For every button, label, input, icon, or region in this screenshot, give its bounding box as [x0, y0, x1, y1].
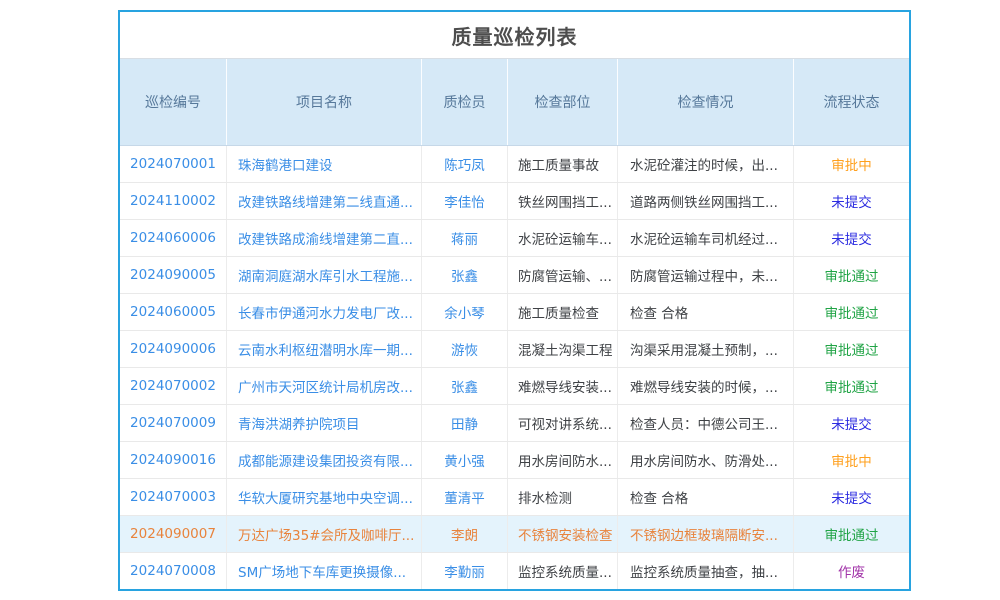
inspection-part-text: 难燃导线安装... [508, 368, 618, 404]
project-name-link[interactable]: 成都能源建设集团投资有限... [227, 442, 422, 478]
project-name-link[interactable]: 万达广场35#会所及咖啡厅... [227, 516, 422, 552]
inspection-id-link[interactable]: 2024070009 [120, 405, 227, 441]
workflow-status-badge: 未提交 [794, 183, 909, 219]
inspection-situation-text: 水泥砼运输车司机经过... [618, 220, 794, 256]
project-name-link[interactable]: 珠海鹤港口建设 [227, 146, 422, 182]
inspection-situation-text: 检查 合格 [618, 479, 794, 515]
page-title: 质量巡检列表 [452, 21, 578, 50]
inspection-id-link[interactable]: 2024110002 [120, 183, 227, 219]
workflow-status-badge: 作废 [794, 553, 909, 589]
workflow-status-badge: 审批中 [794, 442, 909, 478]
workflow-status-badge: 未提交 [794, 220, 909, 256]
inspection-id-link[interactable]: 2024070003 [120, 479, 227, 515]
inspection-part-text: 铁丝网围挡工... [508, 183, 618, 219]
inspection-id-link[interactable]: 2024090007 [120, 516, 227, 552]
inspection-part-text: 排水检测 [508, 479, 618, 515]
table-row[interactable]: 2024090006 云南水利枢纽潜明水库一期... 游恢 混凝土沟渠工程 沟渠… [120, 331, 909, 368]
inspection-situation-text: 监控系统质量抽查，抽... [618, 553, 794, 589]
inspection-part-text: 不锈钢安装检查 [508, 516, 618, 552]
inspector-name-link[interactable]: 游恢 [422, 331, 508, 367]
table-row[interactable]: 2024090005 湖南洞庭湖水库引水工程施... 张鑫 防腐管运输、... … [120, 257, 909, 294]
inspection-part-text: 防腐管运输、... [508, 257, 618, 293]
inspection-situation-text: 沟渠采用混凝土预制，... [618, 331, 794, 367]
project-name-link[interactable]: 长春市伊通河水力发电厂改... [227, 294, 422, 330]
inspection-situation-text: 检查人员：中德公司王... [618, 405, 794, 441]
column-header-project-name: 项目名称 [227, 59, 422, 145]
table-row[interactable]: 2024070008 SM广场地下车库更换摄像... 李勤丽 监控系统质量...… [120, 553, 909, 589]
inspector-name-link[interactable]: 张鑫 [422, 368, 508, 404]
inspection-id-link[interactable]: 2024090006 [120, 331, 227, 367]
inspection-id-link[interactable]: 2024070008 [120, 553, 227, 589]
inspection-id-link[interactable]: 2024070001 [120, 146, 227, 182]
inspector-name-link[interactable]: 余小琴 [422, 294, 508, 330]
table-row[interactable]: 2024070003 华软大厦研究基地中央空调... 董清平 排水检测 检查 合… [120, 479, 909, 516]
inspection-part-text: 施工质量事故 [508, 146, 618, 182]
column-header-workflow-status: 流程状态 [794, 59, 909, 145]
table-row[interactable]: 2024090016 成都能源建设集团投资有限... 黄小强 用水房间防水...… [120, 442, 909, 479]
table-row[interactable]: 2024110002 改建铁路线增建第二线直通... 李佳怡 铁丝网围挡工...… [120, 183, 909, 220]
table-row[interactable]: 2024070009 青海洪湖养护院项目 田静 可视对讲系统... 检查人员：中… [120, 405, 909, 442]
inspection-part-text: 用水房间防水... [508, 442, 618, 478]
table-row[interactable]: 2024070002 广州市天河区统计局机房改... 张鑫 难燃导线安装... … [120, 368, 909, 405]
workflow-status-badge: 未提交 [794, 405, 909, 441]
inspection-part-text: 施工质量检查 [508, 294, 618, 330]
inspection-part-text: 可视对讲系统... [508, 405, 618, 441]
workflow-status-badge: 审批通过 [794, 257, 909, 293]
inspector-name-link[interactable]: 李勤丽 [422, 553, 508, 589]
quality-inspection-panel: 质量巡检列表 巡检编号 项目名称 质检员 检查部位 检查情况 流程状态 2024… [118, 10, 911, 591]
inspection-situation-text: 难燃导线安装的时候，... [618, 368, 794, 404]
inspection-id-link[interactable]: 2024070002 [120, 368, 227, 404]
inspection-situation-text: 防腐管运输过程中，未... [618, 257, 794, 293]
project-name-link[interactable]: 云南水利枢纽潜明水库一期... [227, 331, 422, 367]
project-name-link[interactable]: 青海洪湖养护院项目 [227, 405, 422, 441]
project-name-link[interactable]: 改建铁路成渝线增建第二直... [227, 220, 422, 256]
inspection-situation-text: 道路两侧铁丝网围挡工... [618, 183, 794, 219]
inspector-name-link[interactable]: 李朗 [422, 516, 508, 552]
workflow-status-badge: 审批通过 [794, 516, 909, 552]
column-header-inspection-situation: 检查情况 [618, 59, 794, 145]
inspection-id-link[interactable]: 2024090016 [120, 442, 227, 478]
table-row[interactable]: 2024060006 改建铁路成渝线增建第二直... 蒋丽 水泥砼运输车... … [120, 220, 909, 257]
table-body: 2024070001 珠海鹤港口建设 陈巧凤 施工质量事故 水泥砼灌注的时候，出… [120, 146, 909, 589]
inspection-id-link[interactable]: 2024060005 [120, 294, 227, 330]
workflow-status-badge: 审批通过 [794, 331, 909, 367]
inspector-name-link[interactable]: 黄小强 [422, 442, 508, 478]
inspector-name-link[interactable]: 张鑫 [422, 257, 508, 293]
inspection-situation-text: 不锈钢边框玻璃隔断安... [618, 516, 794, 552]
column-header-inspector: 质检员 [422, 59, 508, 145]
inspector-name-link[interactable]: 董清平 [422, 479, 508, 515]
project-name-link[interactable]: 改建铁路线增建第二线直通... [227, 183, 422, 219]
workflow-status-badge: 审批中 [794, 146, 909, 182]
table-header-row: 巡检编号 项目名称 质检员 检查部位 检查情况 流程状态 [120, 59, 909, 146]
inspection-part-text: 水泥砼运输车... [508, 220, 618, 256]
inspection-situation-text: 用水房间防水、防滑处... [618, 442, 794, 478]
inspection-id-link[interactable]: 2024090005 [120, 257, 227, 293]
inspector-name-link[interactable]: 李佳怡 [422, 183, 508, 219]
inspection-part-text: 混凝土沟渠工程 [508, 331, 618, 367]
workflow-status-badge: 审批通过 [794, 368, 909, 404]
inspection-part-text: 监控系统质量... [508, 553, 618, 589]
inspector-name-link[interactable]: 蒋丽 [422, 220, 508, 256]
inspector-name-link[interactable]: 田静 [422, 405, 508, 441]
inspection-situation-text: 水泥砼灌注的时候，出... [618, 146, 794, 182]
table-row[interactable]: 2024060005 长春市伊通河水力发电厂改... 余小琴 施工质量检查 检查… [120, 294, 909, 331]
workflow-status-badge: 审批通过 [794, 294, 909, 330]
project-name-link[interactable]: 华软大厦研究基地中央空调... [227, 479, 422, 515]
workflow-status-badge: 未提交 [794, 479, 909, 515]
inspection-situation-text: 检查 合格 [618, 294, 794, 330]
inspector-name-link[interactable]: 陈巧凤 [422, 146, 508, 182]
project-name-link[interactable]: 湖南洞庭湖水库引水工程施... [227, 257, 422, 293]
column-header-inspection-part: 检查部位 [508, 59, 618, 145]
table-row[interactable]: 2024090007 万达广场35#会所及咖啡厅... 李朗 不锈钢安装检查 不… [120, 516, 909, 553]
table-row[interactable]: 2024070001 珠海鹤港口建设 陈巧凤 施工质量事故 水泥砼灌注的时候，出… [120, 146, 909, 183]
column-header-inspection-id: 巡检编号 [120, 59, 227, 145]
project-name-link[interactable]: SM广场地下车库更换摄像... [227, 553, 422, 589]
panel-title-bar: 质量巡检列表 [120, 12, 909, 59]
project-name-link[interactable]: 广州市天河区统计局机房改... [227, 368, 422, 404]
inspection-id-link[interactable]: 2024060006 [120, 220, 227, 256]
